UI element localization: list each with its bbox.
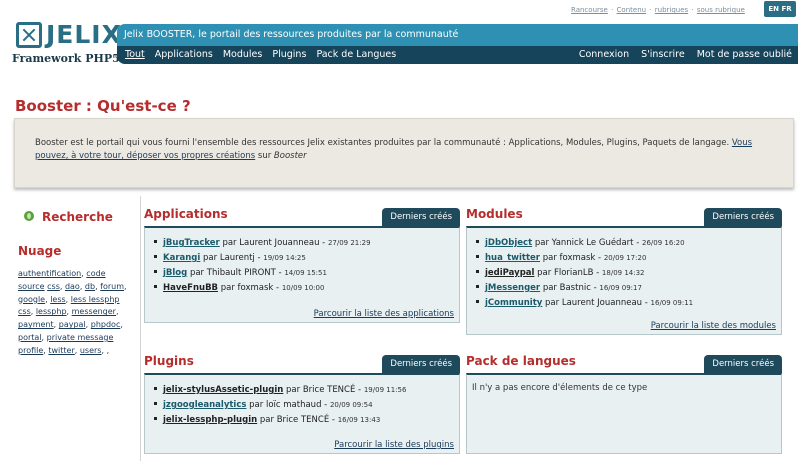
list-item: jCommunity par Laurent Jouanneau - 16/09… (476, 296, 781, 311)
top-link-0[interactable]: Rancourse (571, 6, 608, 14)
intro-box: Booster est le portail qui vous fourni l… (14, 118, 794, 188)
tag[interactable]: forum (100, 282, 124, 291)
tag[interactable]: db (85, 282, 95, 291)
applications-list-box: jBugTracker par Laurent Jouanneau - 27/0… (144, 226, 460, 323)
forgot-password-link[interactable]: Mot de passe oublié (697, 49, 792, 60)
module-link[interactable]: jMessenger (485, 283, 540, 293)
langs-list-box: Il n'y a pas encore d'élements de ce typ… (466, 373, 782, 454)
menu-item-pack-langues[interactable]: Pack de Langues (316, 49, 396, 60)
tag[interactable]: dao (65, 282, 80, 291)
applications-panel: Applications Derniers créés jBugTracker … (144, 207, 460, 323)
list-item: jelix-lessphp-plugin par Brice TENCÉ - 1… (154, 413, 459, 428)
applications-recent-tab[interactable]: Derniers créés (382, 208, 460, 226)
tag-cloud: authentification, code source css, dao, … (18, 269, 127, 355)
tag[interactable]: google (18, 295, 45, 304)
list-item: hua_twitter par foxmask - 20/09 17:20 (476, 251, 781, 266)
modules-panel: Modules Derniers créés jDbObject par Yan… (466, 207, 782, 335)
plugin-link[interactable]: jzgoogleanalytics (163, 400, 246, 410)
langs-panel: Pack de langues Derniers créés Il n'y a … (466, 354, 782, 454)
module-link[interactable]: jCommunity (485, 298, 542, 308)
top-breadcrumb-links: Rancourse · Contenu · rubriques · sous r… (571, 6, 745, 14)
modules-recent-tab[interactable]: Derniers créés (704, 208, 782, 226)
app-link[interactable]: jBugTracker (163, 238, 220, 248)
page-title: Booster : Qu'est-ce ? (15, 97, 191, 115)
modules-list-box: jDbObject par Yannick Le Guédart - 26/09… (466, 226, 782, 335)
list-item: jzgoogleanalytics par loïc mathaud - 20/… (154, 398, 459, 413)
tag-cloud-title: Nuage (18, 244, 62, 258)
browse-modules-link[interactable]: Parcourir la liste des modules (651, 321, 776, 331)
menu-item-tout[interactable]: Tout (125, 49, 145, 60)
search-bullet-icon (24, 211, 34, 221)
app-link[interactable]: HaveFnuBB (163, 283, 218, 293)
tag[interactable]: paypal (59, 320, 86, 329)
list-item: jediPaypal par FlorianLB - 18/09 14:32 (476, 266, 781, 281)
header: JELIX Framework PHP5 Rancourse · Contenu… (0, 0, 800, 82)
jelix-logo-icon (16, 22, 42, 48)
plugins-panel: Plugins Derniers créés jelix-stylusAsset… (144, 354, 460, 454)
menu-item-modules[interactable]: Modules (223, 49, 263, 60)
module-link[interactable]: jDbObject (485, 238, 532, 248)
tag[interactable]: lessphp (36, 307, 67, 316)
register-link[interactable]: S'inscrire (641, 49, 685, 60)
intro-tail: sur (255, 151, 274, 161)
plugin-link[interactable]: jelix-stylusAssetic-plugin (163, 385, 283, 395)
top-link-1[interactable]: Contenu (617, 6, 647, 14)
app-link[interactable]: jBlog (163, 268, 187, 278)
app-link[interactable]: Karangi (163, 253, 200, 263)
tag[interactable]: messenger (72, 307, 116, 316)
tag[interactable]: phpdoc (91, 320, 121, 329)
tag[interactable]: less (50, 295, 65, 304)
menu-item-plugins[interactable]: Plugins (272, 49, 306, 60)
main-banner: Jelix BOOSTER, le portail des ressources… (117, 24, 798, 64)
module-link[interactable]: jediPaypal (485, 268, 534, 278)
tag[interactable]: portal (18, 333, 42, 342)
logo-word: JELIX (46, 20, 122, 49)
langs-empty-message: Il n'y a pas encore d'élements de ce typ… (472, 383, 648, 393)
plugins-title: Plugins (144, 354, 194, 368)
site-tagline: Jelix BOOSTER, le portail des ressources… (117, 24, 798, 46)
modules-title: Modules (466, 207, 523, 221)
tag[interactable]: twitter (48, 346, 74, 355)
list-item: jMessenger par Bastnic - 16/09 09:17 (476, 281, 781, 296)
module-link[interactable]: hua_twitter (485, 253, 540, 263)
list-item: Karangi par Laurentj - 19/09 14:25 (154, 251, 459, 266)
list-item: jelix-stylusAssetic-plugin par Brice TEN… (154, 383, 459, 398)
intro-text: Booster est le portail qui vous fourni l… (35, 138, 732, 148)
browse-plugins-link[interactable]: Parcourir la liste des plugins (334, 440, 454, 450)
plugins-list: jelix-stylusAssetic-plugin par Brice TEN… (145, 375, 459, 428)
list-item: jBlog par Thibault PIRONT - 14/09 15:51 (154, 266, 459, 281)
list-item: jDbObject par Yannick Le Guédart - 26/09… (476, 236, 781, 251)
browse-applications-link[interactable]: Parcourir la liste des applications (314, 309, 454, 319)
top-link-3[interactable]: sous rubrique (697, 6, 745, 14)
tag[interactable]: private message (47, 333, 114, 342)
login-link[interactable]: Connexion (579, 49, 629, 60)
search-label: Recherche (42, 210, 113, 224)
modules-list: jDbObject par Yannick Le Guédart - 26/09… (467, 228, 781, 311)
tag[interactable]: profile (18, 346, 43, 355)
logo-subtitle: Framework PHP5 (12, 52, 120, 65)
tag[interactable]: users (80, 346, 102, 355)
language-switch[interactable]: EN FR (764, 1, 796, 17)
jelix-logo[interactable]: JELIX Framework PHP5 (12, 20, 121, 68)
applications-title: Applications (144, 207, 228, 221)
search-link[interactable]: Recherche (24, 210, 113, 224)
applications-list: jBugTracker par Laurent Jouanneau - 27/0… (145, 228, 459, 296)
sidebar: Recherche Nuage authentification, code s… (0, 196, 141, 461)
tag[interactable]: css (47, 282, 60, 291)
langs-title: Pack de langues (466, 354, 576, 368)
plugin-link[interactable]: jelix-lessphp-plugin (163, 415, 257, 425)
plugins-list-box: jelix-stylusAssetic-plugin par Brice TEN… (144, 373, 460, 454)
intro-booster: Booster (273, 151, 307, 161)
tag[interactable]: payment (18, 320, 54, 329)
list-item: HaveFnuBB par foxmask - 10/09 10:00 (154, 281, 459, 296)
main-menu: Tout Applications Modules Plugins Pack d… (117, 46, 798, 64)
menu-item-applications[interactable]: Applications (155, 49, 213, 60)
langs-recent-tab[interactable]: Derniers créés (704, 355, 782, 373)
plugins-recent-tab[interactable]: Derniers créés (382, 355, 460, 373)
tag[interactable]: authentification (18, 269, 81, 278)
top-link-2[interactable]: rubriques (655, 6, 688, 14)
list-item: jBugTracker par Laurent Jouanneau - 27/0… (154, 236, 459, 251)
